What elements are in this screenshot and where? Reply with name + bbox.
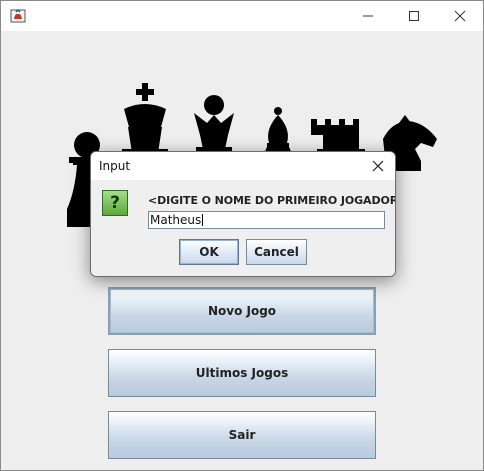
dialog-close-button[interactable]	[367, 155, 389, 177]
minimize-icon	[363, 15, 373, 17]
king-icon	[122, 83, 168, 157]
cancel-button[interactable]: Cancel	[246, 239, 307, 265]
close-button[interactable]	[437, 1, 483, 31]
text-caret	[202, 214, 204, 226]
close-icon	[454, 10, 466, 22]
exit-button[interactable]: Sair	[108, 411, 376, 459]
maximize-button[interactable]	[391, 1, 437, 31]
main-window: Novo Jogo Ultimos Jogos Sair Input ? <DI…	[0, 0, 484, 471]
bishop-icon	[264, 107, 292, 157]
java-app-icon	[10, 8, 26, 23]
close-icon	[372, 160, 384, 172]
player-name-value: Matheus	[150, 213, 202, 227]
dialog-title: Input	[99, 159, 131, 173]
question-icon: ?	[102, 190, 128, 216]
new-game-button[interactable]: Novo Jogo	[108, 287, 376, 335]
queen-icon	[194, 95, 234, 155]
ok-button[interactable]: OK	[179, 239, 239, 265]
dialog-title-bar[interactable]: Input	[91, 152, 395, 180]
minimize-button[interactable]	[345, 1, 391, 31]
player-name-input[interactable]: Matheus	[148, 211, 385, 229]
input-dialog: Input ? <DIGITE O NOME DO PRIMEIRO JOGAD…	[90, 151, 396, 277]
title-bar[interactable]	[1, 1, 483, 31]
maximize-icon	[409, 11, 419, 21]
dialog-message: <DIGITE O NOME DO PRIMEIRO JOGADOR>	[148, 194, 396, 207]
last-games-button[interactable]: Ultimos Jogos	[108, 349, 376, 397]
